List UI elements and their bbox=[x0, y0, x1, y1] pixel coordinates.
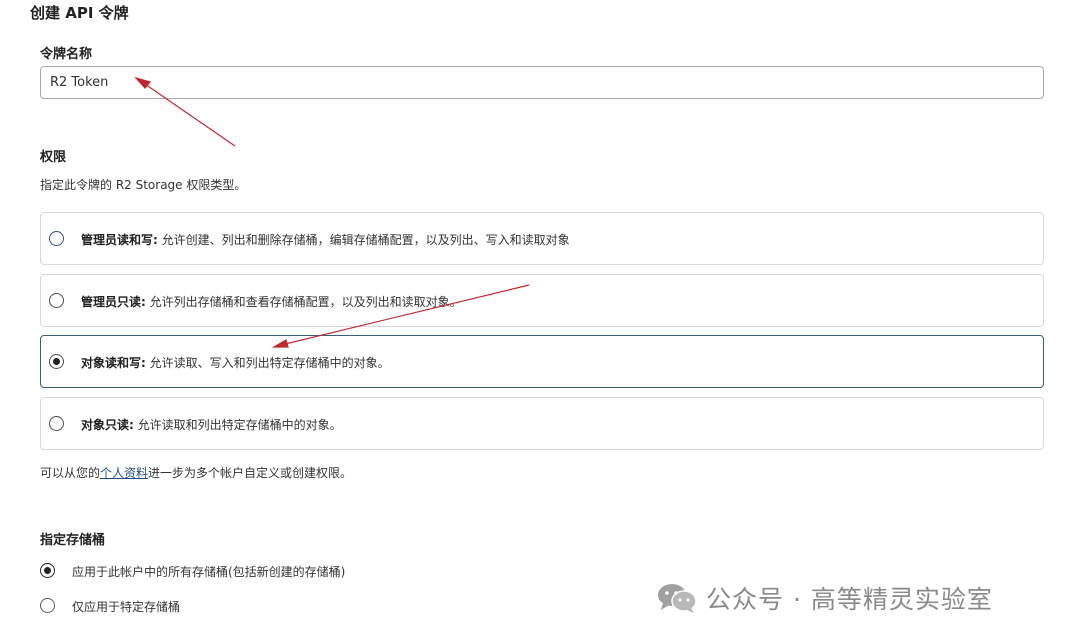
permissions-description: 指定此令牌的 R2 Storage 权限类型。 bbox=[40, 178, 247, 192]
footnote-prefix: 可以从您的 bbox=[40, 466, 101, 480]
option-description: 允许列出存储桶和查看存储桶配置，以及列出和读取对象。 bbox=[145, 295, 462, 309]
token-name-label: 令牌名称 bbox=[40, 47, 93, 62]
page-title: 创建 API 令牌 bbox=[30, 4, 129, 22]
option-description: 允许创建、列出和删除存储桶，编辑存储桶配置，以及列出、写入和读取对象 bbox=[157, 233, 570, 247]
option-text: 管理员只读: 允许列出存储桶和查看存储桶配置，以及列出和读取对象。 bbox=[81, 293, 462, 310]
buckets-title: 指定存储桶 bbox=[40, 533, 106, 548]
permission-option-admin-read-write[interactable]: 管理员读和写: 允许创建、列出和删除存储桶，编辑存储桶配置，以及列出、写入和读取… bbox=[40, 212, 1044, 265]
option-name: 管理员只读: bbox=[81, 295, 146, 309]
bucket-option-label: 应用于此帐户中的所有存储桶(包括新创建的存储桶) bbox=[72, 565, 346, 579]
permissions-title: 权限 bbox=[40, 150, 67, 165]
bucket-option-label: 仅应用于特定存储桶 bbox=[72, 600, 181, 614]
option-description: 允许读取和列出特定存储桶中的对象。 bbox=[133, 418, 342, 432]
radio-button-selected[interactable] bbox=[40, 563, 55, 578]
token-name-input[interactable] bbox=[40, 66, 1044, 99]
option-text: 对象读和写: 允许读取、写入和列出特定存储桶中的对象。 bbox=[81, 354, 390, 371]
radio-button[interactable] bbox=[49, 416, 64, 431]
option-name: 管理员读和写: bbox=[81, 233, 158, 247]
permission-option-object-read-only[interactable]: 对象只读: 允许读取和列出特定存储桶中的对象。 bbox=[40, 397, 1044, 450]
radio-button[interactable] bbox=[49, 231, 64, 246]
radio-button-selected[interactable] bbox=[49, 354, 64, 369]
profile-link[interactable]: 个人资料 bbox=[100, 466, 148, 480]
wechat-watermark: 公众号 · 高等精灵实验室 bbox=[656, 580, 993, 616]
permissions-footnote: 可以从您的个人资料进一步为多个帐户自定义或创建权限。 bbox=[40, 464, 352, 481]
option-name: 对象只读: bbox=[81, 418, 134, 432]
option-description: 允许读取、写入和列出特定存储桶中的对象。 bbox=[145, 356, 390, 370]
radio-button[interactable] bbox=[49, 293, 64, 308]
footnote-suffix: 进一步为多个帐户自定义或创建权限。 bbox=[148, 466, 353, 480]
option-text: 对象只读: 允许读取和列出特定存储桶中的对象。 bbox=[81, 416, 342, 433]
option-text: 管理员读和写: 允许创建、列出和删除存储桶，编辑存储桶配置，以及列出、写入和读取… bbox=[81, 231, 570, 248]
watermark-text: 公众号 · 高等精灵实验室 bbox=[706, 585, 993, 614]
permission-option-admin-read-only[interactable]: 管理员只读: 允许列出存储桶和查看存储桶配置，以及列出和读取对象。 bbox=[40, 274, 1044, 327]
create-api-token-page: 创建 API 令牌 令牌名称 权限 指定此令牌的 R2 Storage 权限类型… bbox=[0, 0, 1080, 641]
wechat-icon bbox=[658, 584, 697, 613]
permission-option-object-read-write[interactable]: 对象读和写: 允许读取、写入和列出特定存储桶中的对象。 bbox=[40, 335, 1044, 388]
radio-button[interactable] bbox=[40, 598, 55, 613]
option-name: 对象读和写: bbox=[81, 356, 146, 370]
